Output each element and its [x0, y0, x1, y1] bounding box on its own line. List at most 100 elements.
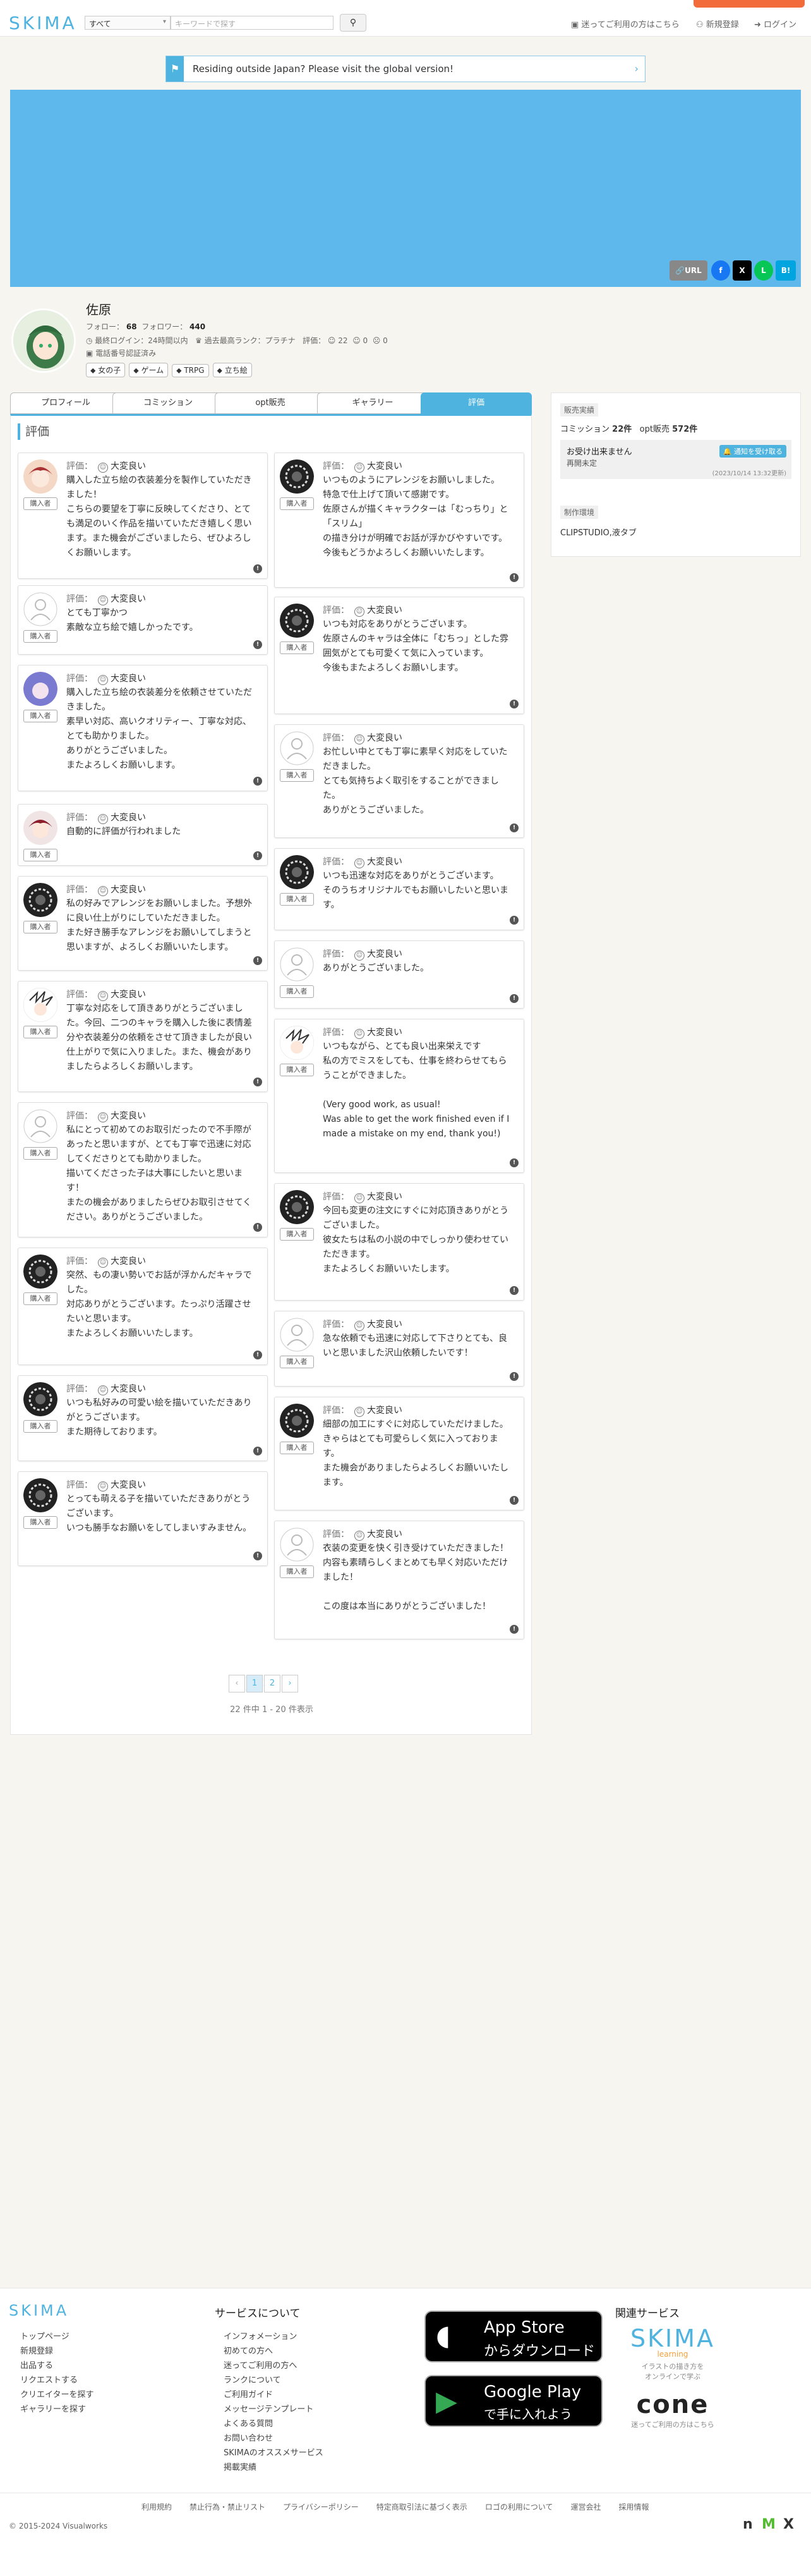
google-play-badge[interactable]: ▶ Google Play で手に入れよう: [424, 2375, 603, 2427]
footer-link[interactable]: SKIMAのオススメサービス: [224, 2446, 323, 2460]
footer-bottom-link[interactable]: 運営会社: [570, 2503, 601, 2512]
footer-bottom-link[interactable]: 特定商取引法に基づく表示: [376, 2503, 467, 2512]
reviewer-avatar[interactable]: [23, 1109, 57, 1143]
x-share-button[interactable]: X: [733, 260, 752, 281]
tag[interactable]: ⬥ ゲーム: [129, 363, 169, 377]
reviewer-avatar[interactable]: [280, 1318, 314, 1352]
footer-bottom-link[interactable]: プライバシーポリシー: [283, 2503, 359, 2512]
copy-url-button[interactable]: 🔗URL: [670, 260, 707, 281]
footer-link[interactable]: インフォメーション: [224, 2330, 323, 2344]
tab-profile[interactable]: プロフィール: [10, 392, 121, 414]
report-icon[interactable]: !: [510, 823, 519, 832]
footer-link[interactable]: 掲載実績: [224, 2460, 323, 2475]
search-scope-select[interactable]: すべて: [85, 16, 171, 30]
tag[interactable]: ⬥ TRPG: [172, 364, 209, 377]
follow-count[interactable]: 68: [126, 322, 137, 331]
line-share-button[interactable]: L: [754, 260, 773, 281]
footer-link[interactable]: ご利用ガイド: [224, 2388, 323, 2402]
report-icon[interactable]: !: [510, 1372, 519, 1381]
report-icon[interactable]: !: [510, 1158, 519, 1167]
footer-link[interactable]: 出品する: [20, 2359, 93, 2373]
reviewer-avatar[interactable]: [23, 811, 57, 845]
pagination-page-1[interactable]: 1: [246, 1675, 263, 1692]
report-icon[interactable]: !: [510, 700, 519, 708]
pagination-page-2[interactable]: 2: [264, 1675, 280, 1692]
site-logo[interactable]: SKIMA: [9, 13, 77, 33]
follower-count[interactable]: 440: [189, 322, 205, 331]
footer-link[interactable]: 迷ってご利用の方へ: [224, 2359, 323, 2373]
footer-bottom-link[interactable]: 利用規約: [141, 2503, 172, 2512]
footer-bottom-link[interactable]: 採用情報: [618, 2503, 649, 2512]
reviewer-avatar[interactable]: [280, 1528, 314, 1562]
footer-link[interactable]: クリエイターを探す: [20, 2388, 93, 2402]
search-input[interactable]: キーワードで探す: [171, 16, 333, 30]
report-icon[interactable]: !: [510, 1625, 519, 1634]
footer-bottom-link[interactable]: 禁止行為・禁止リスト: [189, 2503, 265, 2512]
tag[interactable]: ⬥ 立ち絵: [212, 363, 252, 377]
footer-link[interactable]: リクエストする: [20, 2373, 93, 2388]
post-button[interactable]: [694, 0, 805, 8]
reviewer-avatar[interactable]: [23, 592, 57, 626]
footer-link[interactable]: メッセージテンプレート: [224, 2402, 323, 2417]
report-icon[interactable]: !: [253, 956, 262, 965]
report-icon[interactable]: !: [510, 1286, 519, 1295]
help-link[interactable]: ▣ 迷ってご利用の方はこちら: [571, 18, 680, 30]
reviewer-avatar[interactable]: [280, 1190, 314, 1224]
report-icon[interactable]: !: [253, 1447, 262, 1455]
tag[interactable]: ⬥ 女の子: [86, 363, 126, 377]
hatena-share-button[interactable]: B!: [776, 260, 796, 281]
search-button[interactable]: ⚲: [340, 14, 366, 32]
report-icon[interactable]: !: [510, 994, 519, 1003]
report-icon[interactable]: !: [253, 851, 262, 860]
report-icon[interactable]: !: [510, 1496, 519, 1505]
report-icon[interactable]: !: [253, 1078, 262, 1086]
tab-reviews[interactable]: 評価: [421, 392, 532, 414]
notify-button[interactable]: 🔔 通知を受け取る: [719, 445, 786, 458]
reviewer-avatar[interactable]: [280, 604, 314, 638]
cone-link[interactable]: cone 迷ってご利用の方はこちら: [628, 2390, 718, 2429]
reviewer-avatar[interactable]: [23, 459, 57, 494]
reviewer-avatar[interactable]: [23, 1478, 57, 1512]
note-social-icon[interactable]: n: [743, 2517, 753, 2532]
report-icon[interactable]: !: [510, 916, 519, 925]
report-icon[interactable]: !: [253, 640, 262, 649]
footer-link[interactable]: よくある質問: [224, 2417, 323, 2431]
report-icon[interactable]: !: [510, 573, 519, 582]
login-link[interactable]: ➜ ログイン: [754, 18, 796, 30]
report-icon[interactable]: !: [253, 564, 262, 573]
report-icon[interactable]: !: [253, 1351, 262, 1359]
report-icon[interactable]: !: [253, 1223, 262, 1232]
skima-learning-link[interactable]: SKIMA learning イラストの描き方を オンラインで学ぶ: [628, 2324, 718, 2381]
footer-link[interactable]: 新規登録: [20, 2344, 93, 2359]
reviewer-avatar[interactable]: [280, 947, 314, 981]
misskey-social-icon[interactable]: M: [762, 2517, 776, 2532]
reviewer-avatar[interactable]: [280, 1026, 314, 1060]
register-link[interactable]: ⚇ 新規登録: [696, 18, 739, 30]
global-version-notice[interactable]: ⚑ Residing outside Japan? Please visit t…: [165, 56, 646, 82]
reviewer-avatar[interactable]: [23, 883, 57, 917]
x-social-icon[interactable]: X: [783, 2517, 794, 2532]
reviewer-avatar[interactable]: [280, 855, 314, 889]
pagination-next[interactable]: ›: [282, 1675, 298, 1692]
footer-link[interactable]: お問い合わせ: [224, 2431, 323, 2446]
pagination-prev[interactable]: ‹: [229, 1675, 245, 1692]
tab-gallery[interactable]: ギャラリー: [317, 392, 428, 414]
footer-link[interactable]: ギャラリーを探す: [20, 2402, 93, 2417]
footer-bottom-link[interactable]: ロゴの利用について: [485, 2503, 553, 2512]
app-store-badge[interactable]: ◖ App Store からダウンロード: [424, 2311, 603, 2362]
report-icon[interactable]: !: [253, 777, 262, 786]
reviewer-avatar[interactable]: [23, 672, 57, 706]
tab-commission[interactable]: コミッション: [112, 392, 224, 414]
footer-link[interactable]: 初めての方へ: [224, 2344, 323, 2359]
reviewer-avatar[interactable]: [280, 731, 314, 765]
footer-link[interactable]: トップページ: [20, 2330, 93, 2344]
reviewer-avatar[interactable]: [23, 1382, 57, 1416]
reviewer-avatar[interactable]: [280, 459, 314, 494]
reviewer-avatar[interactable]: [23, 988, 57, 1022]
footer-link[interactable]: ランクについて: [224, 2373, 323, 2388]
reviewer-avatar[interactable]: [23, 1255, 57, 1289]
tab-opt-sales[interactable]: opt販売: [215, 392, 326, 414]
report-icon[interactable]: !: [253, 1552, 262, 1560]
reviewer-avatar[interactable]: [280, 1404, 314, 1438]
footer-logo[interactable]: SKIMA: [9, 2302, 69, 2319]
